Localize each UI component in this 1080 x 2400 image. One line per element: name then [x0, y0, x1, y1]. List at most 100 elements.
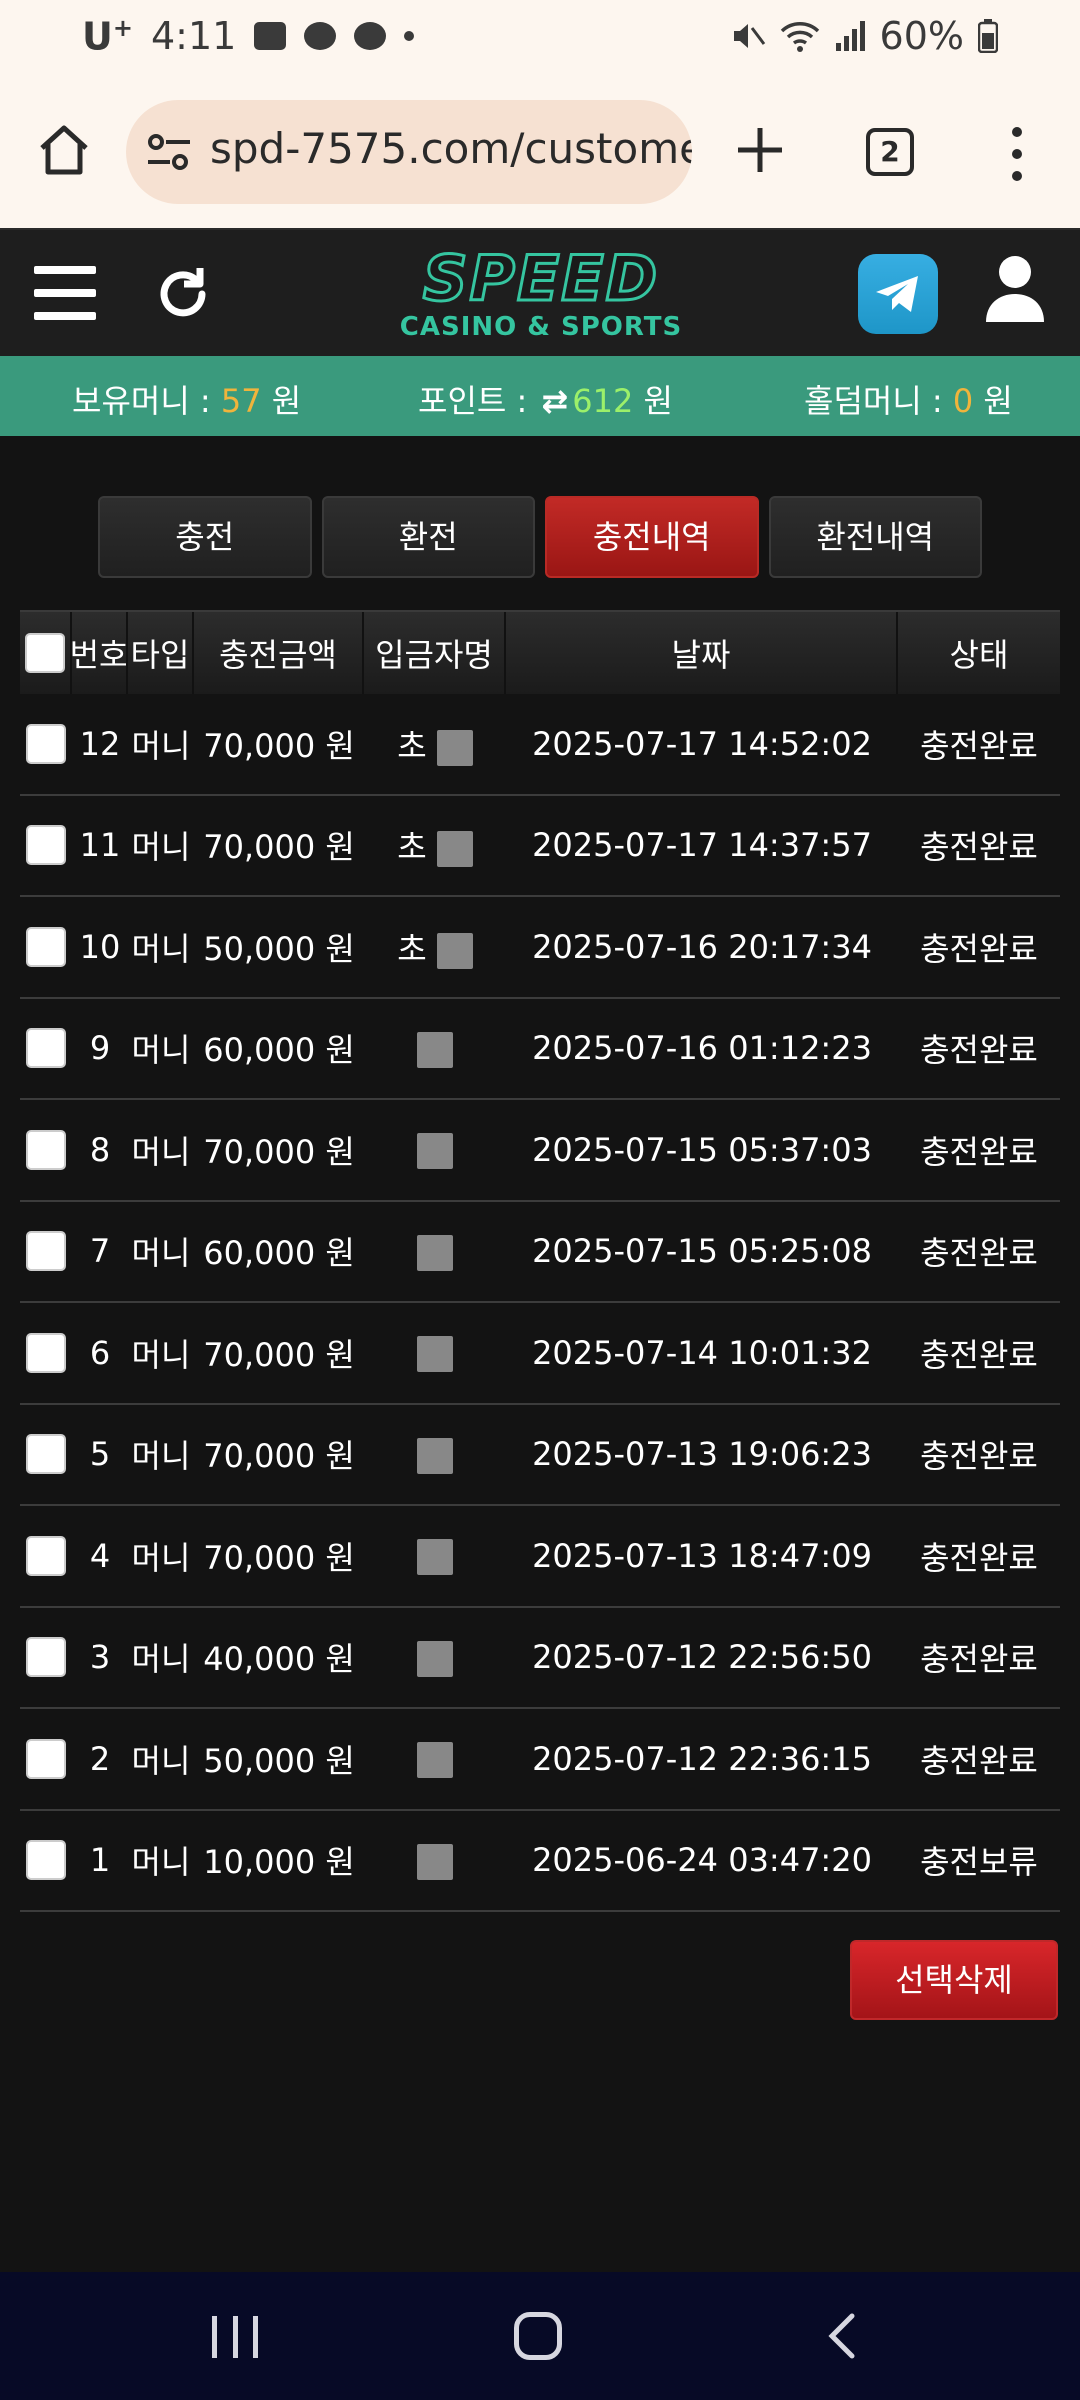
redaction-mask [417, 1234, 453, 1271]
cell-type: 머니 [131, 726, 191, 765]
cell-status: 충전완료 [920, 1741, 1038, 1780]
cell-type: 머니 [131, 1843, 191, 1882]
cell-date: 2025-07-13 19:06:23 [532, 1435, 872, 1474]
cell-amount: 70,000 원 [203, 726, 355, 765]
cell-amount: 60,000 원 [203, 1234, 355, 1273]
cell-no: 1 [89, 1841, 111, 1880]
cell-type: 머니 [131, 1335, 191, 1374]
select-all-checkbox[interactable] [25, 633, 65, 673]
balance-bar: 보유머니 : 57 원 포인트 : ⇄ 612 원 홀덤머니 : 0 원 [0, 356, 1080, 436]
cell-status: 충전완료 [920, 726, 1038, 765]
deposit-tabs: 충전 환전 충전내역 환전내역 [98, 496, 982, 578]
site-settings-icon[interactable] [146, 130, 192, 174]
cell-no: 10 [79, 927, 121, 966]
cell-no: 9 [89, 1029, 111, 1068]
site-logo[interactable]: SPEED CASINO & SPORTS [396, 246, 686, 342]
cell-type: 머니 [131, 1538, 191, 1577]
recent-apps-icon[interactable] [212, 2316, 258, 2358]
delete-selected-button[interactable]: 선택삭제 [850, 1940, 1058, 2020]
cell-status: 충전보류 [920, 1843, 1038, 1882]
redaction-mask [417, 1843, 453, 1880]
cell-status: 충전완료 [920, 1437, 1038, 1476]
header-no: 번호 [72, 612, 128, 694]
header-amount: 충전금액 [194, 612, 364, 694]
tab-switcher-button[interactable]: 2 [866, 128, 914, 176]
redaction-mask [417, 1742, 453, 1779]
table-header: 번호 타입 충전금액 입금자명 날짜 상태 [20, 610, 1060, 694]
redaction-mask [417, 1133, 453, 1170]
cell-status: 충전완료 [920, 1132, 1038, 1171]
row-checkbox[interactable] [26, 1840, 66, 1881]
cell-amount: 70,000 원 [203, 1538, 355, 1577]
telegram-icon [876, 276, 918, 312]
cell-amount: 70,000 원 [203, 1335, 355, 1374]
cell-no: 8 [89, 1130, 111, 1169]
logo-tagline: CASINO & SPORTS [399, 312, 683, 342]
cell-status: 충전완료 [920, 1335, 1038, 1374]
table-row: 8 머니 70,000 원 2025-07-15 05:37:03 충전완료 [20, 1100, 1060, 1202]
more-notifications-icon [404, 31, 415, 42]
cell-type: 머니 [131, 1437, 191, 1476]
row-checkbox[interactable] [26, 825, 66, 866]
table-row: 11 머니 70,000 원 초 2025-07-17 14:37:57 충전완료 [20, 796, 1060, 897]
cell-amount: 70,000 원 [203, 1437, 355, 1476]
row-checkbox[interactable] [26, 1434, 66, 1475]
home-nav-icon[interactable] [514, 2312, 562, 2360]
hamburger-menu-icon[interactable] [34, 266, 96, 320]
table-row: 5 머니 70,000 원 2025-07-13 19:06:23 충전완료 [20, 1405, 1060, 1506]
url-text[interactable]: spd-7575.com/customer [210, 124, 692, 173]
point-convert-icon[interactable]: ⇄ [541, 382, 568, 420]
user-profile-icon[interactable] [984, 254, 1046, 324]
header-type: 타입 [128, 612, 194, 694]
row-checkbox[interactable] [26, 1535, 66, 1576]
cell-amount: 70,000 원 [203, 1132, 355, 1171]
tab-withdraw-history[interactable]: 환전내역 [768, 496, 982, 578]
cell-date: 2025-07-17 14:37:57 [532, 826, 872, 865]
row-checkbox[interactable] [26, 1738, 66, 1779]
back-icon[interactable] [824, 2312, 860, 2360]
table-body: 12 머니 70,000 원초 2025-07-17 14:52:02 충전완료 11 머… [20, 694, 1060, 1912]
cell-date: 2025-07-15 05:37:03 [532, 1130, 872, 1169]
cell-date: 2025-06-24 03:47:20 [532, 1841, 872, 1880]
tab-deposit[interactable]: 충전 [98, 496, 312, 578]
new-tab-icon[interactable] [734, 124, 786, 176]
cell-depositor [364, 1333, 506, 1373]
cell-status: 충전완료 [920, 1234, 1038, 1273]
row-checkbox[interactable] [26, 1332, 66, 1373]
wifi-icon [780, 22, 819, 52]
redaction-mask [417, 1031, 453, 1068]
row-checkbox[interactable] [26, 1637, 66, 1678]
cell-type: 머니 [131, 1132, 191, 1171]
cell-date: 2025-07-17 14:52:02 [532, 724, 872, 763]
tab-withdraw[interactable]: 환전 [321, 496, 535, 578]
cell-status: 충전완료 [920, 828, 1038, 867]
status-time: 4:11 [150, 14, 237, 59]
redaction-mask [436, 831, 473, 868]
row-checkbox[interactable] [26, 1129, 66, 1170]
money-value: 57 [220, 382, 262, 420]
row-checkbox[interactable] [26, 1028, 66, 1069]
tab-deposit-history[interactable]: 충전내역 [545, 496, 759, 578]
redaction-mask [436, 932, 473, 969]
row-checkbox[interactable] [26, 1231, 66, 1272]
home-icon[interactable] [36, 122, 92, 178]
browser-menu-icon[interactable] [1002, 120, 1032, 184]
cell-date: 2025-07-12 22:36:15 [532, 1739, 872, 1778]
table-row: 2 머니 50,000 원 2025-07-12 22:36:15 충전완료 [20, 1709, 1060, 1811]
cell-type: 머니 [131, 1234, 191, 1273]
depositor-name: 초 [397, 828, 427, 867]
cell-no: 5 [89, 1435, 111, 1474]
telegram-button[interactable] [858, 254, 938, 334]
holdem-balance: 홀덤머니 : 0 원 [804, 382, 1013, 420]
holdem-value: 0 [952, 382, 974, 420]
redaction-mask [417, 1437, 453, 1474]
cell-no: 4 [89, 1536, 111, 1575]
message-icon [304, 22, 337, 51]
cell-date: 2025-07-16 01:12:23 [532, 1029, 872, 1068]
refresh-icon[interactable] [154, 264, 212, 322]
cell-depositor [364, 1841, 506, 1880]
address-bar[interactable]: spd-7575.com/customer [126, 100, 692, 204]
site-header: SPEED CASINO & SPORTS [0, 228, 1080, 356]
row-checkbox[interactable] [26, 723, 66, 764]
row-checkbox[interactable] [26, 926, 66, 967]
